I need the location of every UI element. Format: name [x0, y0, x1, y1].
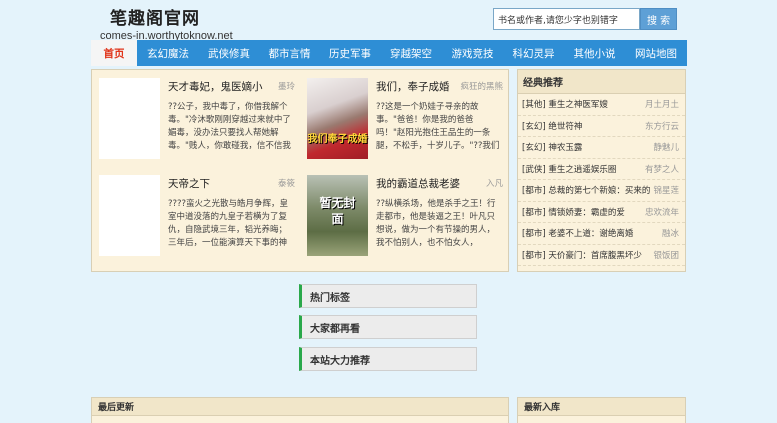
nav-item-history[interactable]: 历史军事: [320, 40, 380, 66]
list-item-title[interactable]: [其他] 重生之神医军嫂: [522, 98, 608, 110]
list-item-author: 锦星莲: [653, 186, 679, 197]
list-item-title[interactable]: [都市] 总裁的第七个新娘：买来的妻: [522, 184, 650, 196]
panel-heading: 最新入库: [518, 398, 685, 416]
nav-item-games[interactable]: 游戏竞技: [442, 40, 503, 66]
book-card: 天帝之下 泰筱 ????蛮火之光散与皓月争辉，皇室中道没落的九皇子若横为了复仇，…: [92, 167, 300, 263]
featured-books-panel: 天才毒妃，鬼医嫡小 墨玲 ??公子，我中毒了，你借我解个毒。"冷沐歌刚刚穿越过来…: [91, 69, 509, 272]
book-card: 暂无封面 我的霸道总裁老婆 入凡 ??纵横杀场，他是杀手之王！行走都市，他是装逼…: [300, 167, 508, 263]
panel-heading: 经典推荐: [518, 70, 685, 94]
list-item-author: 银饭团: [653, 250, 679, 261]
book-author: 泰筱: [277, 179, 295, 189]
nav-item-time-travel[interactable]: 穿越架空: [380, 40, 442, 66]
book-description: ??公子，我中毒了，你借我解个毒。"冷沐歌刚刚穿越过来就中了媚毒，没办法只要找人…: [168, 102, 291, 151]
book-title[interactable]: 我的霸道总裁老婆: [376, 176, 460, 191]
list-item[interactable]: [其他] 重生之神医军嫂 月土月土: [518, 94, 685, 116]
panel-heading: 最后更新: [92, 398, 508, 416]
hot-tags-button[interactable]: 热门标签: [299, 284, 477, 308]
book-title[interactable]: 我们，奉子成婚: [376, 79, 450, 94]
list-item[interactable]: [玄幻] 绝世符神 东方行云: [518, 116, 685, 137]
book-title[interactable]: 天才毒妃，鬼医嫡小: [168, 79, 263, 94]
book-author: 墨玲: [277, 82, 295, 92]
list-item-title[interactable]: [都市] 情锁娇妻：霸虚的爱: [522, 206, 625, 218]
search-input[interactable]: [493, 8, 641, 30]
book-card: 我们奉子成婚 我们，奉子成婚 疯狂的黑熊 ??这是一个奶娃子寻亲的故事。"爸爸！…: [300, 70, 508, 166]
nav-item-home[interactable]: 首页: [91, 40, 137, 66]
new-entries-panel: 最新入库: [517, 397, 686, 423]
list-item[interactable]: [都市] 天价豪门：首席腹黑坏少 银饭团: [518, 245, 685, 266]
book-description: ??纵横杀场，他是杀手之王！行走都市，他是装逼之王！叶凡只想说，做为一个有节操的…: [376, 199, 496, 248]
list-item-author: 忠欢流年: [644, 207, 679, 218]
site-name: 笔趣阁官网: [110, 9, 200, 29]
main-nav: 首页 玄幻魔法 武侠修真 都市言情 历史军事 穿越架空 游戏竞技 科幻灵异 其他…: [91, 40, 687, 66]
list-item[interactable]: [武侠] 重生之逍遥娱乐圈 有梦之人: [518, 159, 685, 180]
book-description: ????蛮火之光散与皓月争辉，皇室中道没落的九皇子若横为了复仇，自隐武境三年，韬…: [168, 199, 289, 248]
list-item-title[interactable]: [都市] 天价豪门：首席腹黑坏少: [522, 249, 642, 261]
nav-item-urban[interactable]: 都市言情: [259, 40, 320, 66]
classic-recommend-panel: 经典推荐 [其他] 重生之神医军嫂 月土月土 [玄幻] 绝世符神 东方行云 [玄幻]…: [517, 69, 686, 272]
list-item-title[interactable]: [玄幻] 绝世符神: [522, 120, 582, 132]
list-item[interactable]: [都市] 老婆不上道：谢绝离婚 融冰: [518, 223, 685, 245]
list-item-title[interactable]: [都市] 老婆不上道：谢绝离婚: [522, 227, 633, 239]
site-recommend-button[interactable]: 本站大力推荐: [299, 347, 477, 371]
list-item-author: 东方行云: [644, 121, 679, 132]
site-logo[interactable]: 笔趣阁官网 comes-in.worthytoknow.net: [100, 4, 240, 42]
nav-item-other[interactable]: 其他小说: [564, 40, 625, 66]
list-item-author: 有梦之人: [644, 164, 679, 175]
book-author: 疯狂的黑熊: [460, 82, 503, 92]
others-reading-button[interactable]: 大家都再看: [299, 315, 477, 339]
book-description: ??这是一个奶娃子寻亲的故事。"爸爸！你是我的爸爸吗！"赵阳光抱住王品生的一条腿…: [376, 102, 500, 151]
list-item-title[interactable]: [武侠] 重生之逍遥娱乐圈: [522, 163, 616, 175]
search-button[interactable]: 搜 索: [640, 8, 677, 30]
nav-item-scifi[interactable]: 科幻灵异: [503, 40, 564, 66]
list-item-title[interactable]: [玄幻] 神农玉露: [522, 141, 582, 153]
book-cover[interactable]: [99, 78, 160, 159]
latest-updates-panel: 最后更新: [91, 397, 509, 423]
cover-text: 我们奉子成婚: [307, 134, 368, 145]
nav-item-sitemap[interactable]: 网站地图: [625, 40, 687, 66]
book-cover[interactable]: [99, 175, 160, 256]
nav-item-fantasy[interactable]: 玄幻魔法: [137, 40, 199, 66]
book-author: 入凡: [485, 179, 503, 189]
list-item[interactable]: [都市] 总裁的第七个新娘：买来的妻 锦星莲: [518, 180, 685, 202]
cover-text: 暂无封面: [319, 196, 356, 226]
list-item[interactable]: [玄幻] 神农玉露 静魅儿: [518, 137, 685, 159]
list-item-author: 静魅儿: [653, 143, 679, 154]
list-item[interactable]: [都市] 情锁娇妻：霸虚的爱 忠欢流年: [518, 202, 685, 223]
list-item-author: 融冰: [661, 229, 679, 240]
nav-item-wuxia[interactable]: 武侠修真: [199, 40, 259, 66]
book-card: 天才毒妃，鬼医嫡小 墨玲 ??公子，我中毒了，你借我解个毒。"冷沐歌刚刚穿越过来…: [92, 70, 300, 166]
search-form: 搜 索: [493, 8, 677, 30]
book-title[interactable]: 天帝之下: [168, 176, 210, 191]
book-cover[interactable]: 暂无封面: [307, 175, 368, 256]
list-item-author: 月土月土: [644, 100, 679, 111]
book-cover[interactable]: 我们奉子成婚: [307, 78, 368, 159]
